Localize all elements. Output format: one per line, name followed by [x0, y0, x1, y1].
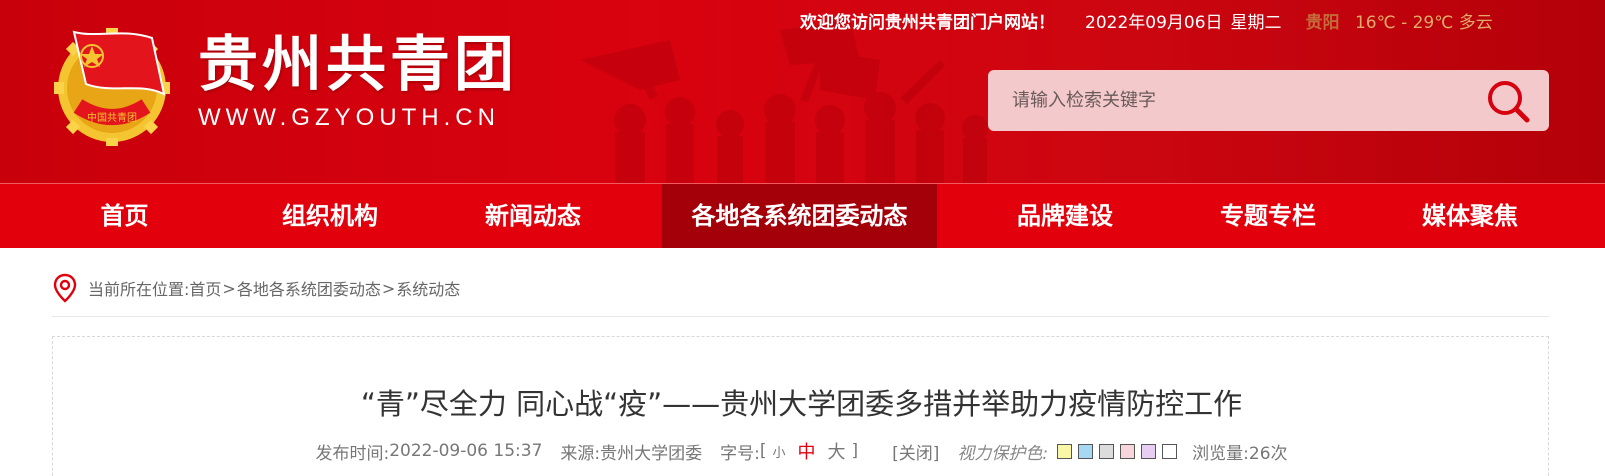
welcome-message: 欢迎您访问贵州共青团门户网站！ [800, 12, 1055, 33]
view-count: 26次 [1248, 443, 1288, 464]
youth-league-emblem-logo: 中国共青团 [54, 28, 170, 146]
font-size-label: 字号: [720, 443, 760, 464]
svg-text:中国共青团: 中国共青团 [87, 111, 137, 124]
nav-item-regional-updates[interactable]: 各地各系统团委动态 [662, 184, 937, 248]
publish-time-label: 发布时间: [315, 443, 390, 464]
font-size-small-button[interactable]: 小 [773, 442, 786, 461]
article-title: “青”尽全力 同心战“疫”——贵州大学团委多措并举助力疫情防控工作 [360, 387, 1243, 421]
breadcrumb: 当前所在位置: 首页 > 各地各系统团委动态 > 系统动态 [52, 270, 460, 306]
site-header: 中国共青团 贵州共青团 WWW.GZYOUTH.CN 欢迎您访问贵州共青团门户网… [0, 0, 1605, 183]
search-icon[interactable] [1485, 78, 1531, 124]
breadcrumb-home-link[interactable]: 首页 [189, 276, 221, 300]
close-page-link[interactable]: [关闭] [892, 439, 939, 464]
current-date: 2022年09月06日 [1085, 12, 1223, 33]
site-logo-title[interactable]: 贵州共青团 [198, 30, 518, 100]
font-size-large-button[interactable]: 大 [828, 438, 846, 464]
search-input[interactable] [988, 70, 1468, 131]
weather-city: 贵阳 [1305, 12, 1340, 33]
nav-item-home[interactable]: 首页 [52, 184, 197, 248]
nav-item-media-focus[interactable]: 媒体聚焦 [1380, 184, 1560, 248]
views-label: 浏览量: [1192, 443, 1249, 464]
breadcrumb-regional-updates-link[interactable]: 各地各系统团委动态 [237, 276, 381, 300]
eye-care-swatch-white[interactable] [1162, 443, 1178, 459]
nav-item-news[interactable]: 新闻动态 [443, 184, 623, 248]
nav-item-brand-building[interactable]: 品牌建设 [975, 184, 1155, 248]
source-label: 来源: [560, 443, 601, 464]
eye-care-swatch-pink[interactable] [1120, 443, 1136, 459]
eye-care-color-label: 视力保护色: [957, 443, 1049, 464]
eye-care-swatch-purple[interactable] [1141, 443, 1157, 459]
location-pin-icon [53, 273, 77, 303]
article-source: 贵州大学团委 [600, 443, 703, 464]
breadcrumb-separator: > [222, 278, 236, 298]
breadcrumb-separator: > [381, 278, 396, 298]
font-size-bracket-open: [ [759, 441, 767, 461]
current-weekday: 星期二 [1230, 12, 1282, 33]
weather-condition: 多云 [1458, 12, 1493, 33]
weather-widget: 贵阳 16℃ - 29℃ 多云 [1306, 8, 1493, 33]
article-panel: “青”尽全力 同心战“疫”——贵州大学团委多措并举助力疫情防控工作 发布时间: … [52, 336, 1549, 476]
nav-item-organization[interactable]: 组织机构 [240, 184, 420, 248]
publish-time: 2022-09-06 15:37 [389, 441, 543, 461]
search-bar [988, 70, 1549, 131]
breadcrumb-prefix: 当前所在位置: [88, 280, 190, 299]
site-logo-url: WWW.GZYOUTH.CN [198, 104, 500, 131]
nav-item-special-topics[interactable]: 专题专栏 [1178, 184, 1358, 248]
breadcrumb-system-updates-link[interactable]: 系统动态 [396, 276, 460, 300]
eye-care-swatch-gray[interactable] [1099, 443, 1115, 459]
weather-temperature: 16℃ - 29℃ [1354, 12, 1454, 33]
font-size-medium-button[interactable]: 中 [798, 438, 816, 464]
breadcrumb-divider [52, 316, 1549, 317]
main-navigation: 首页 组织机构 新闻动态 各地各系统团委动态 品牌建设 专题专栏 媒体聚焦 [0, 183, 1605, 248]
article-meta: 发布时间: 2022-09-06 15:37 来源: 贵州大学团委 字号: [ … [53, 438, 1550, 464]
font-size-bracket-close: ] [851, 441, 859, 461]
top-info-bar: 欢迎您访问贵州共青团门户网站！ 2022年09月06日 星期二 贵阳 16℃ -… [800, 8, 1493, 33]
eye-care-swatch-blue[interactable] [1078, 443, 1094, 459]
eye-care-swatch-yellow[interactable] [1057, 443, 1073, 459]
